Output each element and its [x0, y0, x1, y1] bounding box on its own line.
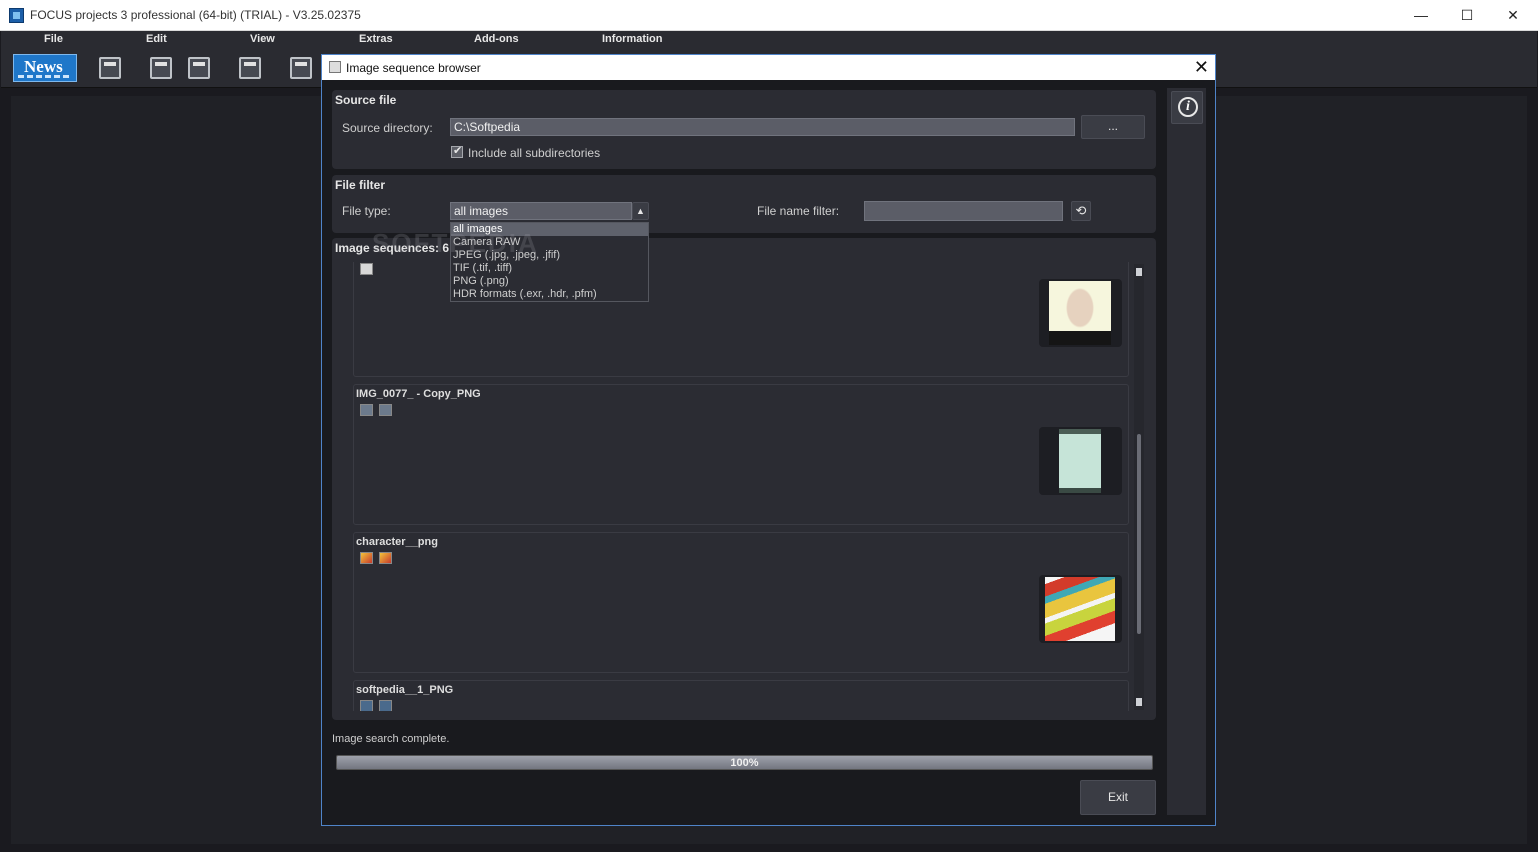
app-icon [9, 8, 24, 23]
list-item[interactable]: character__png [353, 532, 1129, 673]
source-file-header: Source file [335, 93, 397, 107]
menu-file[interactable]: File [44, 33, 63, 45]
face-thumbnail[interactable] [1039, 279, 1122, 347]
dialog-titlebar: Image sequence browser ✕ [322, 55, 1215, 80]
file-type-option[interactable]: HDR formats (.exr, .hdr, .pfm) [451, 288, 648, 301]
browse-button[interactable]: ... [1081, 115, 1145, 139]
progress-bar: 100% [336, 755, 1153, 770]
dialog-close-button[interactable]: ✕ [1194, 57, 1209, 77]
preview-icon[interactable] [99, 57, 121, 79]
scroll-up-arrow[interactable] [1136, 268, 1142, 276]
progress-label: 100% [730, 757, 759, 769]
menu-edit[interactable]: Edit [146, 33, 167, 45]
scroll-down-arrow[interactable] [1136, 698, 1142, 706]
menu-view[interactable]: View [250, 33, 275, 45]
film-icon[interactable] [188, 57, 210, 79]
file-name-filter-label: File name filter: [757, 204, 840, 218]
frame-icon [360, 700, 373, 711]
file-type-label: File type: [342, 204, 391, 218]
menu-extras[interactable]: Extras [359, 33, 393, 45]
news-label: News [24, 57, 63, 76]
menu-information[interactable]: Information [602, 33, 663, 45]
source-directory-label: Source directory: [342, 121, 433, 135]
minimize-button[interactable]: — [1398, 0, 1444, 31]
print-icon[interactable] [150, 57, 172, 79]
menubar: File Edit View Extras Add-ons Informatio… [1, 31, 1537, 50]
status-text: Image search complete. [332, 733, 450, 745]
source-directory-field[interactable]: C:\Softpedia [450, 118, 1075, 136]
file-name-filter-input[interactable] [864, 201, 1063, 221]
file-filter-header: File filter [335, 178, 386, 192]
sequence-name: softpedia__1_PNG [356, 684, 454, 696]
copy-icon[interactable] [239, 57, 261, 79]
dialog-icon [329, 61, 341, 73]
frame-icon [379, 552, 392, 564]
sequence-scrollbar[interactable] [1134, 264, 1144, 710]
frame-icon [360, 263, 373, 275]
news-button[interactable]: News [13, 54, 77, 82]
frame-icon [379, 404, 392, 416]
softpedia-watermark: SOFTPEDIA [372, 228, 539, 258]
menu-addons[interactable]: Add-ons [474, 33, 519, 45]
refresh-icon[interactable]: ⟲ [1071, 201, 1091, 221]
frame-icon [379, 700, 392, 711]
dialog-title: Image sequence browser [346, 61, 481, 75]
file-type-select[interactable]: all images [450, 202, 632, 220]
info-sidebar [1167, 88, 1206, 815]
maximize-button[interactable]: ☐ [1444, 0, 1490, 31]
exit-button[interactable]: Exit [1080, 780, 1156, 815]
frame-icon [360, 552, 373, 564]
sequence-list[interactable]: IMG_0077_ - Copy_PNG character__png soft… [343, 262, 1145, 711]
sequence-name: character__png [356, 536, 438, 548]
info-button[interactable]: i [1171, 91, 1203, 124]
file-type-option[interactable]: TIF (.tif, .tiff) [451, 262, 648, 275]
include-subdirectories-checkbox[interactable] [451, 144, 463, 158]
list-item[interactable]: softpedia__1_PNG [353, 680, 1129, 711]
window-titlebar: FOCUS projects 3 professional (64-bit) (… [0, 0, 1538, 31]
chevron-up-icon[interactable]: ▲ [632, 202, 649, 220]
info-icon: i [1178, 97, 1198, 117]
window-title: FOCUS projects 3 professional (64-bit) (… [30, 8, 361, 22]
character-thumbnail[interactable] [1039, 575, 1122, 643]
phone-screen-thumbnail[interactable] [1039, 427, 1122, 495]
frame-icon [360, 404, 373, 416]
close-window-button[interactable]: ✕ [1490, 0, 1536, 31]
include-subdirectories-label: Include all subdirectories [468, 146, 601, 160]
file-type-option[interactable]: PNG (.png) [451, 275, 648, 288]
sequence-name: IMG_0077_ - Copy_PNG [356, 388, 481, 400]
clapper-icon[interactable] [290, 57, 312, 79]
list-item[interactable]: IMG_0077_ - Copy_PNG [353, 384, 1129, 525]
scroll-thumb[interactable] [1137, 434, 1141, 634]
